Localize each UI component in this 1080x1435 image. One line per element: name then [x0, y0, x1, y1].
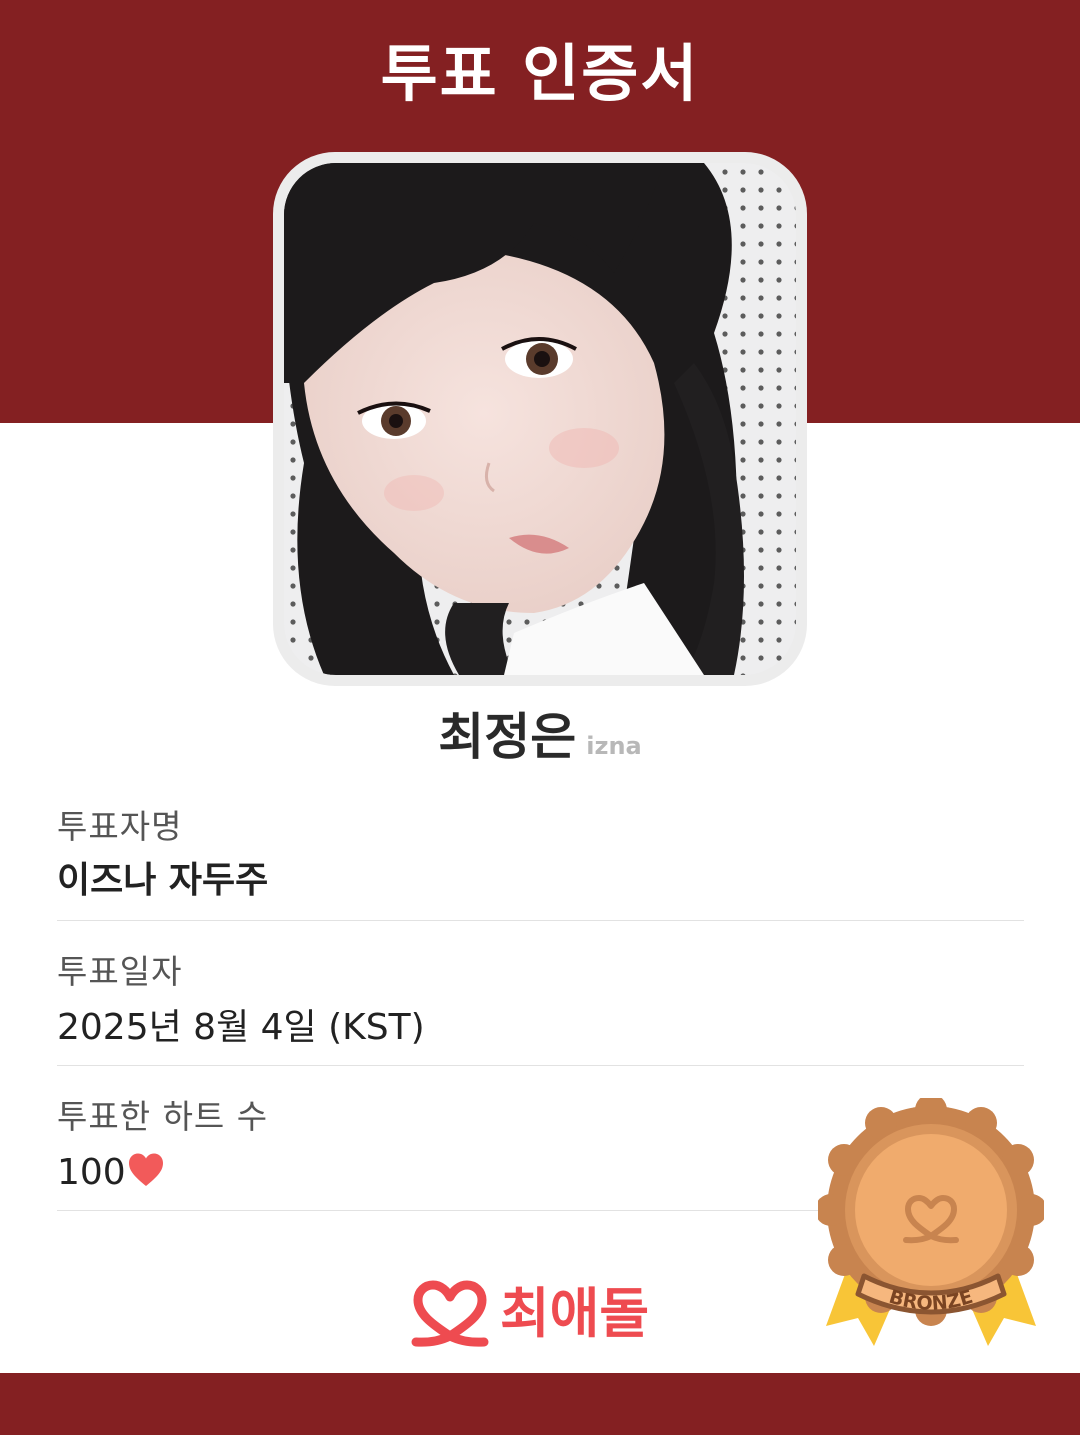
bronze-badge: BRONZE [818, 1098, 1044, 1346]
idol-name-row: 최정은 izna [0, 702, 1080, 784]
voter-name-label: 투표자명 [57, 807, 183, 846]
heart-icon [128, 1153, 163, 1186]
brand-logo: 최애돌 [410, 1278, 680, 1350]
certificate-title: 투표 인증서 [380, 37, 700, 110]
voter-name-field: 투표자명 이즈나 자두주 [57, 805, 1024, 921]
heart-count-row: 100 [57, 1149, 165, 1197]
voter-name-value: 이즈나 자두주 [57, 860, 269, 901]
idol-group: izna [586, 732, 642, 760]
idol-name: 최정은 [438, 708, 577, 766]
vote-date-label: 투표일자 [57, 952, 183, 991]
heart-count-value: 100 [57, 1152, 126, 1193]
vote-date-field: 투표일자 2025년 8월 4일 (KST) [57, 950, 1024, 1066]
footer-band [0, 1373, 1080, 1435]
brand-name: 최애돌 [500, 1282, 650, 1345]
heart-loop-logo-icon [411, 1280, 489, 1347]
heart-count-label: 투표한 하트 수 [57, 1097, 269, 1136]
idol-photo [284, 163, 796, 675]
portrait-illustration [284, 163, 796, 675]
idol-photo-frame [273, 152, 807, 686]
vote-date-value: 2025년 8월 4일 (KST) [57, 1007, 425, 1048]
